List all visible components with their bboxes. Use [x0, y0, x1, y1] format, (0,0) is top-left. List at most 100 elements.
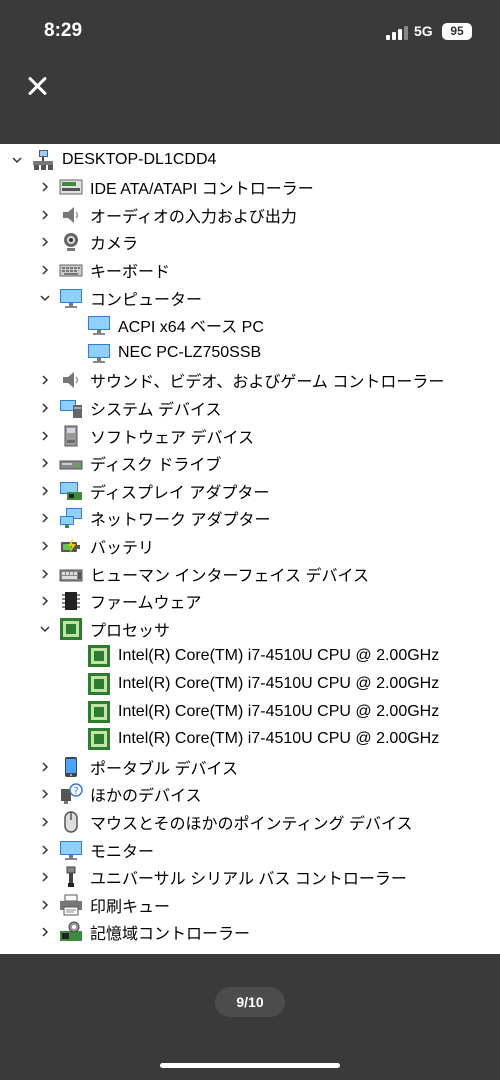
tree-item[interactable]: プロセッサ — [38, 615, 170, 642]
tree-item-label: ヒューマン インターフェイス デバイス — [90, 567, 369, 585]
processor-icon — [86, 728, 112, 751]
chevron-down-icon[interactable] — [38, 615, 52, 642]
tree-item[interactable]: ポータブル デバイス — [38, 753, 238, 780]
device-manager-screenshot: DESKTOP-DL1CDD4 IDE ATA/ATAPI コントローラー オーディ… — [0, 144, 500, 954]
chevron-right-icon[interactable] — [38, 174, 52, 201]
chevron-right-icon[interactable] — [38, 808, 52, 835]
tree-item[interactable]: ネットワーク アダプター — [38, 505, 270, 532]
home-indicator[interactable] — [160, 1063, 340, 1068]
tree-item[interactable]: Intel(R) Core(TM) i7-4510U CPU @ 2.00GHz — [66, 670, 439, 697]
tree-item-label: ACPI x64 ベース PC — [118, 319, 264, 337]
unknown-device-icon: ? — [58, 783, 84, 805]
usb-icon — [58, 866, 84, 888]
tree-item[interactable]: オーディオの入力および出力 — [38, 201, 297, 228]
chevron-right-icon[interactable] — [38, 753, 52, 780]
tree-item[interactable]: Intel(R) Core(TM) i7-4510U CPU @ 2.00GHz — [66, 726, 439, 753]
portable-device-icon — [58, 756, 84, 778]
tree-item[interactable]: モニター — [38, 836, 154, 863]
tree-item[interactable]: システム デバイス — [38, 394, 222, 421]
tree-item[interactable]: ? ほかのデバイス — [38, 781, 202, 808]
tree-item-label: カメラ — [90, 236, 139, 254]
chevron-right-icon[interactable] — [38, 477, 52, 504]
chevron-right-icon[interactable] — [38, 864, 52, 891]
processor-icon — [86, 700, 112, 723]
chevron-down-icon[interactable] — [10, 146, 24, 173]
tree-item-label: ユニバーサル シリアル バス コントローラー — [90, 871, 407, 889]
chevron-right-icon[interactable] — [38, 256, 52, 283]
tree-item-label: ソフトウェア デバイス — [90, 429, 254, 447]
signal-strength-icon — [386, 26, 408, 40]
status-time: 8:29 — [44, 20, 83, 41]
page-indicator: 9/10 — [215, 987, 285, 1017]
close-icon[interactable] — [24, 73, 50, 99]
tree-item-label: コンピューター — [90, 291, 203, 309]
tree-item[interactable]: 印刷キュー — [38, 891, 170, 918]
tree-item[interactable]: ディスプレイ アダプター — [38, 477, 269, 504]
tree-item-label: NEC PC-LZ750SSB — [118, 343, 262, 361]
battery-icon — [58, 535, 84, 557]
tree-item-label: システム デバイス — [90, 401, 222, 419]
network-adapter-icon — [58, 507, 84, 529]
tree-item[interactable]: ディスク ドライブ — [38, 450, 221, 477]
chevron-right-icon[interactable] — [38, 367, 52, 394]
chevron-right-icon[interactable] — [38, 891, 52, 918]
chevron-right-icon[interactable] — [38, 201, 52, 228]
chevron-right-icon[interactable] — [38, 229, 52, 256]
system-device-icon — [58, 397, 84, 419]
chevron-right-icon[interactable] — [38, 422, 52, 449]
software-device-icon — [58, 425, 84, 447]
speaker-icon — [58, 369, 84, 391]
tree-item[interactable]: ACPI x64 ベース PC — [66, 312, 264, 339]
tree-item-label: DESKTOP-DL1CDD4 — [62, 150, 217, 168]
tree-item[interactable]: NEC PC-LZ750SSB — [66, 339, 261, 366]
tree-item[interactable]: ファームウェア — [38, 588, 202, 615]
ide-controller-icon — [58, 176, 84, 198]
tree-item[interactable]: 記憶域コントローラー — [38, 919, 250, 946]
tree-item[interactable]: ユニバーサル シリアル バス コントローラー — [38, 864, 407, 891]
chevron-right-icon[interactable] — [38, 394, 52, 421]
tree-item-label: マウスとそのほかのポインティング デバイス — [90, 815, 413, 833]
chevron-right-icon[interactable] — [38, 781, 52, 808]
chevron-right-icon[interactable] — [38, 836, 52, 863]
chevron-right-icon[interactable] — [38, 505, 52, 532]
tree-item[interactable]: マウスとそのほかのポインティング デバイス — [38, 808, 413, 835]
tree-item-label: Intel(R) Core(TM) i7-4510U CPU @ 2.00GHz — [118, 702, 440, 720]
network-type: 5G — [414, 23, 433, 39]
storage-controller-icon — [58, 921, 84, 943]
tree-item[interactable]: ヒューマン インターフェイス デバイス — [38, 560, 369, 587]
tree-item[interactable]: カメラ — [38, 229, 138, 256]
tree-item[interactable]: IDE ATA/ATAPI コントローラー — [38, 174, 314, 201]
disk-drive-icon — [58, 452, 84, 474]
tree-item-label: プロセッサ — [90, 622, 171, 640]
computer-root-icon — [30, 149, 56, 171]
speaker-icon — [58, 204, 84, 226]
tree-item-label: ディスプレイ アダプター — [90, 484, 270, 502]
tree-item[interactable]: バッテリ — [38, 532, 154, 559]
chevron-right-icon[interactable] — [38, 919, 52, 946]
tree-item[interactable]: コンピューター — [38, 284, 202, 311]
battery-indicator: 95 — [442, 23, 472, 40]
tree-item-label: バッテリ — [90, 539, 155, 557]
chevron-down-icon[interactable] — [38, 284, 52, 311]
processor-icon — [86, 645, 112, 668]
printer-icon — [58, 894, 84, 916]
chevron-right-icon[interactable] — [38, 532, 52, 559]
tree-item-label: Intel(R) Core(TM) i7-4510U CPU @ 2.00GHz — [118, 674, 440, 692]
tree-item[interactable]: ソフトウェア デバイス — [38, 422, 254, 449]
tree-item[interactable]: キーボード — [38, 256, 170, 283]
tree-item-label: ネットワーク アダプター — [90, 512, 271, 530]
tree-item-label: ほかのデバイス — [90, 788, 202, 806]
svg-text:?: ? — [73, 786, 78, 797]
tree-item[interactable]: DESKTOP-DL1CDD4 — [10, 146, 216, 173]
tree-item[interactable]: Intel(R) Core(TM) i7-4510U CPU @ 2.00GHz — [66, 698, 439, 725]
tree-item[interactable]: Intel(R) Core(TM) i7-4510U CPU @ 2.00GHz — [66, 643, 439, 670]
chevron-right-icon[interactable] — [38, 560, 52, 587]
chevron-right-icon[interactable] — [38, 450, 52, 477]
chevron-right-icon[interactable] — [38, 588, 52, 615]
tree-item[interactable]: サウンド、ビデオ、およびゲーム コントローラー — [38, 367, 444, 394]
